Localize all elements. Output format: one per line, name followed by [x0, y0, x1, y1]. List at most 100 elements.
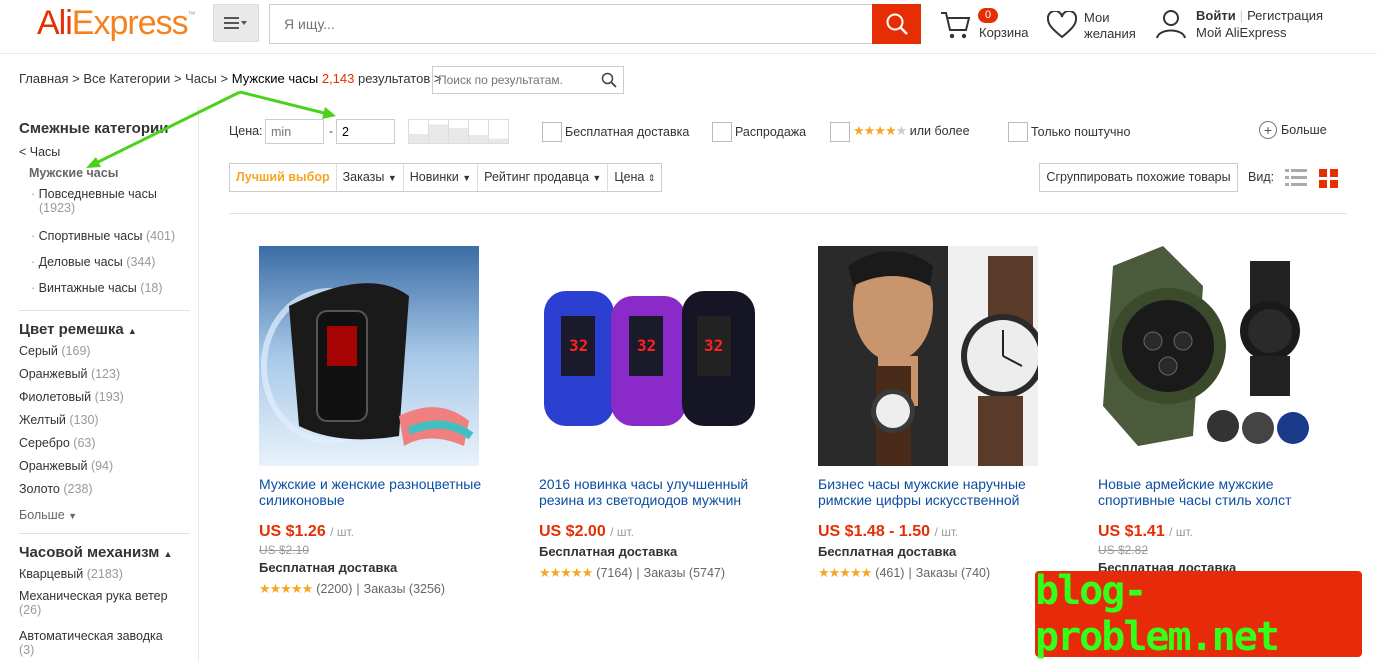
- product-old-price: US $2.10: [259, 543, 310, 557]
- free-shipping-checkbox[interactable]: [542, 122, 562, 142]
- sort-seller-rating[interactable]: Рейтинг продавца ▼: [478, 164, 609, 191]
- sidebar-subcategory[interactable]: · Спортивные часы (401): [31, 229, 175, 243]
- product-card[interactable]: 32 32 32 2016 новинка часы улучшенный ре…: [539, 246, 759, 581]
- strap-color-title[interactable]: Цвет ремешка ▲: [19, 321, 137, 338]
- movement-option[interactable]: Механическая рука ветер (26): [19, 589, 168, 617]
- product-image[interactable]: [818, 246, 1038, 466]
- product-rating: ★★★★★ (2200) | Заказы (3256): [259, 581, 446, 596]
- sidebar-subcategory[interactable]: · Повседневные часы (1923): [31, 187, 157, 215]
- breadcrumb-home[interactable]: Главная: [19, 71, 68, 86]
- header: AliExpress™ 0 Корзина Моижелания: [0, 0, 1377, 54]
- aliexpress-logo[interactable]: AliExpress™: [37, 4, 196, 43]
- movement-option[interactable]: Автоматическая заводка (3): [19, 629, 163, 657]
- user-icon: [1156, 10, 1186, 39]
- sale-label: Распродажа: [735, 125, 807, 139]
- product-rating: ★★★★★ (461) | Заказы (740): [818, 565, 991, 580]
- sidebar-current-category: Мужские часы: [29, 166, 119, 180]
- movement-title[interactable]: Часовой механизм ▲: [19, 544, 172, 561]
- product-price: US $2.00 / шт.: [539, 523, 634, 540]
- rating-stars: ★★★★★: [259, 581, 313, 596]
- search-icon[interactable]: [601, 72, 617, 88]
- sort-price[interactable]: Цена ⇕: [608, 164, 661, 191]
- search-button[interactable]: [872, 4, 921, 44]
- product-shipping: Бесплатная доставка: [818, 544, 957, 559]
- product-title[interactable]: 2016 новинка часы улучшенный резина из с…: [539, 476, 769, 510]
- breadcrumb-current: Мужские часы: [231, 71, 319, 86]
- price-min-input[interactable]: [266, 120, 323, 143]
- watermark: blog-problem.net: [1035, 568, 1362, 660]
- rating-filter-label: ★★★★★ или более: [853, 123, 970, 138]
- strap-color-option[interactable]: Оранжевый (94): [19, 459, 113, 473]
- sidebar-subcategory[interactable]: · Деловые часы (344): [31, 255, 155, 269]
- search-icon: [886, 13, 908, 35]
- product-image[interactable]: 32 32 32: [539, 246, 759, 466]
- strap-color-option[interactable]: Серый (169): [19, 344, 91, 358]
- price-max-box: [336, 119, 395, 144]
- strap-more-link[interactable]: Больше ▼: [19, 508, 77, 522]
- single-item-label: Только поштучно: [1031, 125, 1131, 139]
- product-title[interactable]: Мужские и женские разноцветные силиконов…: [259, 476, 489, 510]
- breadcrumb-watches[interactable]: Часы: [185, 71, 217, 86]
- sort-orders[interactable]: Заказы ▼: [337, 164, 404, 191]
- product-price: US $1.48 - 1.50 / шт.: [818, 523, 959, 540]
- rating-stars: ★★★★★: [853, 123, 907, 138]
- sort-bar: Лучший выбор Заказы ▼ Новинки ▼ Рейтинг …: [229, 163, 663, 192]
- movement-option[interactable]: Кварцевый (2183): [19, 567, 123, 581]
- sort-best-match[interactable]: Лучший выбор: [230, 164, 337, 191]
- product-image[interactable]: [1098, 246, 1318, 466]
- breadcrumb-all-categories[interactable]: Все Категории: [83, 71, 170, 86]
- list-view-icon[interactable]: [1285, 168, 1307, 188]
- results-search-input[interactable]: [433, 67, 623, 93]
- single-item-checkbox[interactable]: [1008, 122, 1028, 142]
- signin-link[interactable]: Войти: [1196, 8, 1236, 23]
- product-shipping: Бесплатная доставка: [259, 560, 398, 575]
- sidebar-subcategory[interactable]: · Винтажные часы (18): [31, 281, 163, 295]
- strap-color-option[interactable]: Оранжевый (123): [19, 367, 120, 381]
- svg-text:32: 32: [704, 336, 723, 355]
- sidebar-divider: [19, 533, 190, 534]
- more-filters-button[interactable]: + Больше: [1259, 121, 1327, 139]
- price-min-box: [265, 119, 324, 144]
- product-image[interactable]: [259, 246, 479, 466]
- price-dash: -: [329, 124, 333, 138]
- svg-text:32: 32: [569, 336, 588, 355]
- product-title[interactable]: Новые армейские мужские спортивные часы …: [1098, 476, 1328, 510]
- price-distribution-chart[interactable]: [408, 119, 509, 144]
- product-price: US $1.41 / шт.: [1098, 523, 1193, 540]
- strap-color-option[interactable]: Золото (238): [19, 482, 93, 496]
- my-aliexpress-link[interactable]: Мой AliExpress: [1196, 25, 1287, 40]
- sidebar-divider: [198, 106, 199, 661]
- search-input[interactable]: [270, 5, 872, 43]
- sidebar-parent-watches[interactable]: < Часы: [19, 145, 60, 159]
- cart-icon: [941, 12, 971, 39]
- strap-color-option[interactable]: Желтый (130): [19, 413, 99, 427]
- strap-color-option[interactable]: Фиолетовый (193): [19, 390, 124, 404]
- grid-view-icon[interactable]: [1319, 169, 1338, 188]
- product-card[interactable]: Бизнес часы мужские наручные римские циф…: [818, 246, 1038, 581]
- wishlist-label-1: Мои: [1084, 10, 1110, 25]
- product-card[interactable]: Новые армейские мужские спортивные часы …: [1098, 246, 1318, 575]
- svg-text:32: 32: [637, 336, 656, 355]
- register-link[interactable]: Регистрация: [1247, 8, 1323, 23]
- view-label: Вид:: [1248, 170, 1275, 184]
- product-price: US $1.26 / шт.: [259, 523, 354, 540]
- results-search-box: [432, 66, 624, 94]
- price-label: Цена:: [229, 124, 263, 138]
- sale-checkbox[interactable]: [712, 122, 732, 142]
- strap-color-option[interactable]: Серебро (63): [19, 436, 96, 450]
- plus-circle-icon: +: [1259, 121, 1277, 139]
- rating-stars: ★★★★★: [539, 565, 593, 580]
- rating-checkbox[interactable]: [830, 122, 850, 142]
- product-old-price: US $2.82: [1098, 543, 1149, 557]
- free-shipping-label: Бесплатная доставка: [565, 125, 690, 139]
- product-title[interactable]: Бизнес часы мужские наручные римские циф…: [818, 476, 1048, 510]
- price-max-input[interactable]: [337, 120, 394, 143]
- categories-menu-button[interactable]: [213, 4, 259, 42]
- product-card[interactable]: Мужские и женские разноцветные силиконов…: [259, 246, 481, 597]
- results-label: результатов: [358, 71, 431, 86]
- group-similar-button[interactable]: Сгруппировать похожие товары: [1039, 163, 1238, 192]
- sort-newest[interactable]: Новинки ▼: [404, 164, 479, 191]
- sidebar-divider: [19, 310, 190, 311]
- hamburger-icon: [224, 17, 247, 29]
- cart[interactable]: 0 Корзина: [940, 6, 1040, 46]
